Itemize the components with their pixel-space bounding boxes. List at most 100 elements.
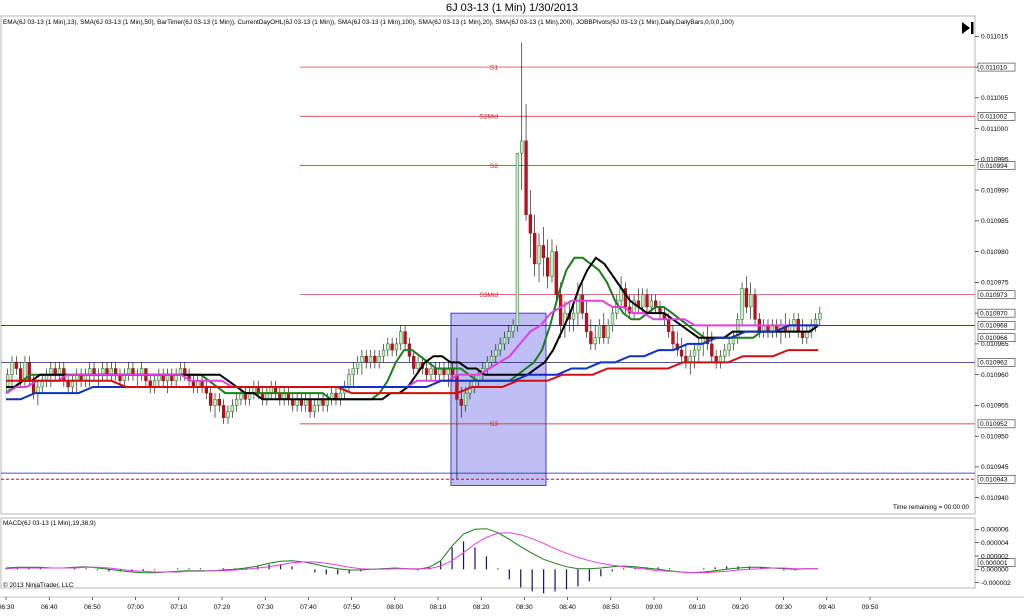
y-tick-label: 0.011005 bbox=[981, 95, 1008, 102]
candle-body bbox=[355, 362, 360, 369]
price-marker-label: 0.010994 bbox=[980, 163, 1008, 170]
price-marker-label: 0.010973 bbox=[980, 292, 1008, 299]
candle-body bbox=[533, 232, 537, 265]
candle-body bbox=[373, 355, 377, 363]
y-tick-label: 0.010955 bbox=[981, 403, 1009, 410]
candle-body bbox=[368, 355, 373, 363]
pivot-label: S2Mid bbox=[479, 114, 498, 121]
macd-line-signal bbox=[5, 532, 819, 574]
price-marker-label: 0.011010 bbox=[980, 64, 1007, 71]
x-tick-label: 09:50 bbox=[862, 604, 879, 611]
macd-y-tick-label: 0.000000 bbox=[981, 567, 1009, 574]
candle-body bbox=[463, 392, 468, 406]
candle-body bbox=[528, 214, 533, 234]
price-marker-label: 0.010962 bbox=[980, 360, 1008, 367]
candle-body bbox=[360, 355, 364, 363]
x-tick-label: 09:00 bbox=[646, 604, 663, 611]
y-tick-label: 0.011000 bbox=[981, 126, 1008, 133]
candle-body bbox=[308, 399, 312, 412]
candle-body bbox=[571, 312, 576, 320]
candle-body bbox=[649, 300, 653, 308]
x-tick-label: 08:40 bbox=[559, 604, 576, 611]
macd-y-tick-label: -0.000002 bbox=[981, 580, 1011, 587]
candle-body bbox=[740, 288, 744, 320]
x-tick-label: 09:30 bbox=[775, 604, 792, 611]
ma-line-sma-20 bbox=[6, 256, 819, 401]
candle-body bbox=[234, 399, 239, 406]
y-tick-label: 0.010980 bbox=[981, 249, 1009, 256]
chart-canvas: 0.0110150.0110100.0110050.0110000.010995… bbox=[0, 15, 1024, 611]
pivot-label: S1 bbox=[490, 64, 498, 71]
candle-body bbox=[606, 325, 610, 338]
price-marker-label: 0.010966 bbox=[980, 335, 1008, 342]
pivot-label: S3Mid bbox=[479, 292, 498, 299]
price-marker-label: 0.010952 bbox=[980, 421, 1008, 428]
candle-body bbox=[27, 362, 31, 382]
candle-body bbox=[589, 331, 593, 345]
y-tick-label: 0.010940 bbox=[981, 495, 1009, 502]
x-tick-label: 06:50 bbox=[84, 604, 101, 611]
y-tick-label: 0.010945 bbox=[981, 464, 1009, 471]
macd-panel-frame bbox=[0, 517, 976, 589]
candle-body bbox=[641, 294, 645, 308]
candle-body bbox=[749, 294, 753, 308]
x-tick-label: 07:20 bbox=[214, 604, 231, 611]
candle-body bbox=[546, 257, 550, 277]
candle-body bbox=[520, 140, 524, 154]
x-tick-label: 09:20 bbox=[732, 604, 749, 611]
candle-body bbox=[425, 368, 429, 375]
candle-body bbox=[584, 312, 589, 332]
candle-body bbox=[727, 343, 731, 351]
candle-body bbox=[494, 349, 498, 357]
candle-body bbox=[666, 319, 671, 332]
candle-body bbox=[416, 362, 420, 369]
x-tick-label: 08:00 bbox=[387, 604, 404, 611]
candle-body bbox=[515, 152, 520, 326]
macd-y-tick-label: 0.000004 bbox=[981, 540, 1009, 547]
candle-body bbox=[723, 349, 727, 357]
candle-body bbox=[537, 245, 541, 265]
candle-body bbox=[502, 337, 507, 345]
candle-body bbox=[18, 368, 23, 382]
x-tick-label: 07:30 bbox=[257, 604, 274, 611]
ma-line-ema-13 bbox=[5, 256, 819, 401]
x-tick-label: 07:50 bbox=[343, 604, 360, 611]
pivot-label: S3 bbox=[490, 421, 498, 428]
price-marker-label: 0.011002 bbox=[980, 114, 1007, 121]
candle-body bbox=[671, 331, 675, 345]
candle-body bbox=[312, 405, 317, 412]
candle-body bbox=[507, 331, 511, 338]
y-tick-label: 0.010950 bbox=[981, 433, 1009, 440]
candle-body bbox=[550, 251, 554, 277]
candle-body bbox=[386, 343, 390, 351]
candle-body bbox=[351, 368, 355, 375]
macd-y-tick-label: 0.000006 bbox=[981, 527, 1009, 534]
candle-body bbox=[710, 343, 714, 357]
candle-body bbox=[377, 355, 381, 363]
pivot-label: S2 bbox=[490, 163, 498, 170]
candle-body bbox=[818, 312, 822, 320]
candle-body bbox=[580, 294, 584, 314]
x-tick-label: 07:10 bbox=[171, 604, 188, 611]
x-tick-label: 07:00 bbox=[127, 604, 144, 611]
candle-body bbox=[597, 325, 602, 338]
candle-body bbox=[399, 331, 403, 345]
candle-body bbox=[390, 343, 394, 351]
y-tick-label: 0.011015 bbox=[981, 34, 1008, 41]
price-marker-label: 0.010943 bbox=[980, 477, 1008, 484]
x-tick-label: 08:10 bbox=[430, 604, 447, 611]
candle-body bbox=[485, 362, 489, 369]
candle-body bbox=[226, 411, 230, 418]
candle-body bbox=[554, 251, 558, 295]
candle-body bbox=[213, 399, 217, 406]
candle-body bbox=[498, 343, 502, 351]
y-tick-label: 0.010960 bbox=[981, 372, 1009, 379]
candle-body bbox=[489, 355, 494, 363]
candle-body bbox=[679, 349, 684, 357]
candle-body bbox=[403, 331, 407, 345]
y-tick-label: 0.010990 bbox=[981, 187, 1009, 194]
x-tick-label: 08:20 bbox=[473, 604, 490, 611]
candle-body bbox=[593, 337, 597, 345]
candle-body bbox=[230, 405, 234, 412]
candle-body bbox=[347, 374, 351, 388]
